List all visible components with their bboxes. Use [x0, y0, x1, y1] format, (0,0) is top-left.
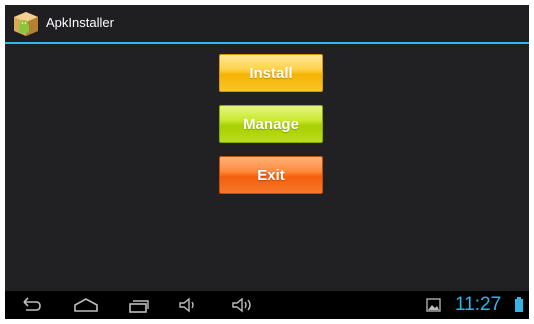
exit-button[interactable]: Exit — [219, 156, 323, 194]
volume-up-icon[interactable] — [230, 296, 256, 314]
app-title: ApkInstaller — [46, 15, 114, 30]
action-bar: ApkInstaller — [5, 5, 529, 44]
clock[interactable]: 11:27 — [455, 294, 501, 316]
install-button[interactable]: Install — [219, 54, 323, 92]
volume-down-icon[interactable] — [177, 296, 199, 314]
manage-button[interactable]: Manage — [219, 105, 323, 143]
back-icon[interactable] — [20, 296, 42, 314]
gallery-icon[interactable] — [426, 296, 442, 314]
app-screen: ApkInstaller Install Manage Exit 11:27 — [5, 5, 529, 319]
android-package-icon[interactable] — [13, 11, 39, 37]
recent-apps-icon[interactable] — [127, 296, 151, 314]
home-icon[interactable] — [72, 296, 100, 314]
navigation-bar: 11:27 — [5, 291, 529, 319]
battery-icon[interactable] — [514, 296, 524, 314]
